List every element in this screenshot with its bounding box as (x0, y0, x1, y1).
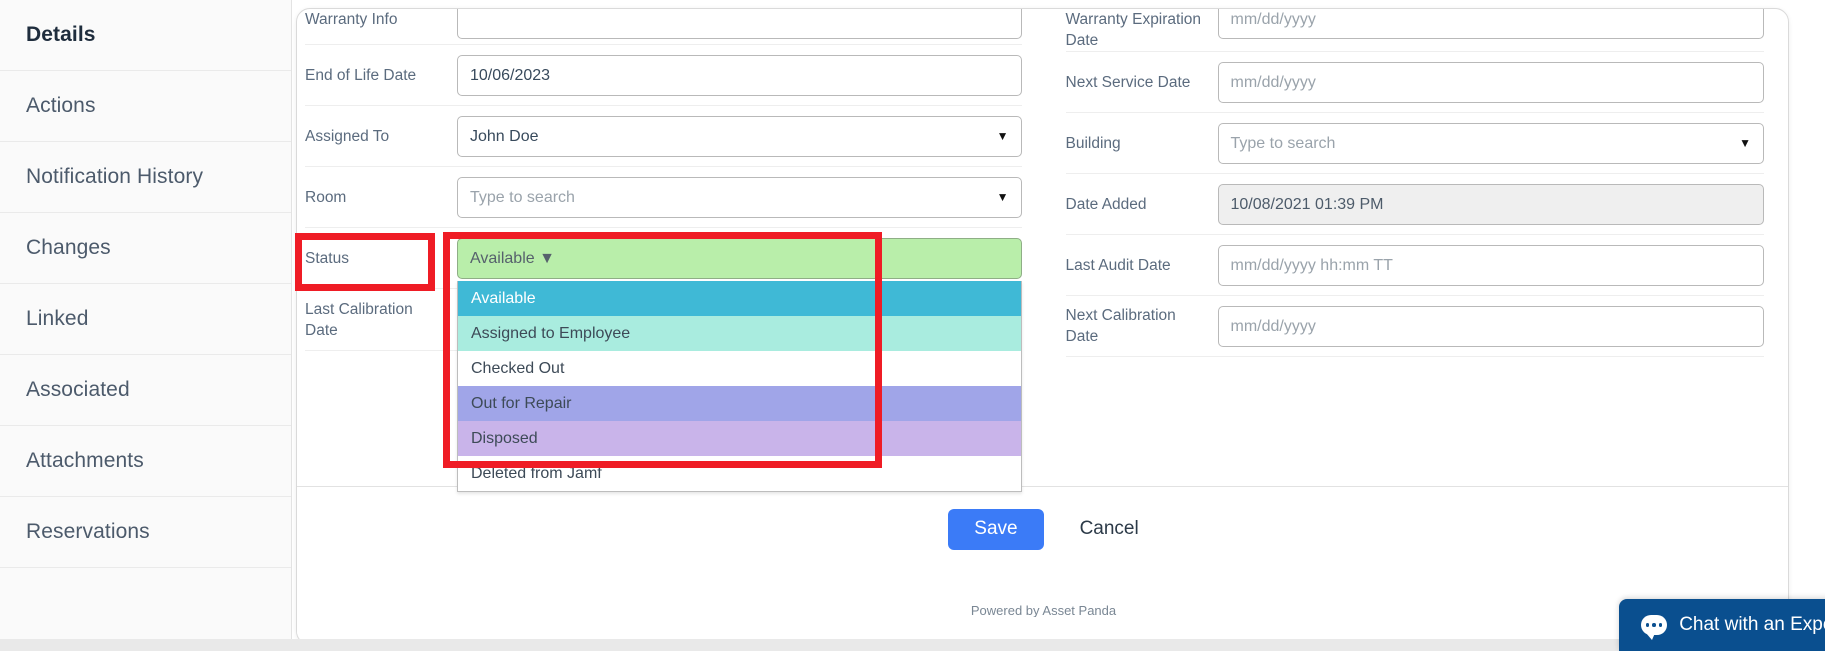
field-label-next-calibration-date: Next Calibration Date (1065, 307, 1176, 345)
status-option[interactable]: Assigned to Employee (458, 315, 1021, 351)
field-control-next-calibration-date: mm/dd/yyyy (1217, 305, 1764, 347)
room-select[interactable]: Type to search (457, 176, 1022, 218)
field-row-assigned-to: Assigned To John Doe ▼ (305, 106, 1022, 167)
chat-with-expert-button[interactable]: Chat with an Expert (1619, 599, 1825, 651)
field-row-status: Status Available ▼ Available Assigned to … (305, 228, 1022, 492)
status-select-value: Available (470, 249, 535, 267)
status-option[interactable]: Checked Out (458, 350, 1021, 386)
sidebar-item-changes[interactable]: Changes (0, 213, 291, 284)
status-dropdown-listbox[interactable]: Available Assigned to Employee Checked Out… (457, 280, 1022, 492)
sidebar-item-label: Attachments (26, 449, 144, 472)
sidebar-item-label: Notification History (26, 165, 204, 188)
field-control-building: Type to search ▼ (1217, 122, 1764, 164)
field-row-next-calibration-date: Next Calibration Date mm/dd/yyyy (1065, 296, 1764, 357)
sidebar-item-associated[interactable]: Associated (0, 355, 291, 426)
cancel-button[interactable]: Cancel (1080, 518, 1139, 540)
sidebar-item-label: Reservations (26, 520, 150, 543)
status-select[interactable]: Available ▼ (457, 237, 1022, 279)
field-control-room: Type to search ▼ (457, 176, 1022, 218)
field-row-last-audit-date: Last Audit Date mm/dd/yyyy hh:mm TT (1065, 235, 1764, 296)
field-label-date-added: Date Added (1065, 195, 1147, 213)
date-added-value: 10/08/2021 01:39 PM (1217, 183, 1764, 225)
status-option[interactable]: Available (458, 280, 1021, 316)
field-row-warranty-info: Warranty Info (305, 9, 1022, 45)
field-label-status: Status (305, 249, 349, 267)
sidebar-item-label: Actions (26, 94, 96, 117)
sidebar-item-linked[interactable]: Linked (0, 284, 291, 355)
field-row-next-service-date: Next Service Date mm/dd/yyyy (1065, 52, 1764, 113)
warranty-info-input[interactable] (457, 9, 1022, 39)
field-control-assigned-to: John Doe ▼ (457, 115, 1022, 157)
field-label-warranty-expiration-date: Warranty Expiration Date (1065, 11, 1202, 49)
field-row-building: Building Type to search ▼ (1065, 113, 1764, 174)
form-column-right: Warranty Expiration Date mm/dd/yyyy Next… (1044, 9, 1789, 479)
sidebar-item-label: Details (26, 23, 96, 46)
field-label-last-audit-date: Last Audit Date (1065, 256, 1171, 274)
field-control-warranty-info (457, 9, 1022, 39)
powered-by-label: Powered by Asset Panda (970, 603, 1117, 617)
save-button[interactable]: Save (948, 509, 1044, 550)
sidebar-item-reservations[interactable]: Reservations (0, 497, 291, 568)
field-label-room: Room (305, 188, 347, 206)
field-row-date-added: Date Added 10/08/2021 01:39 PM (1065, 174, 1764, 235)
field-row-end-of-life-date: End of Life Date 10/06/2023 (305, 45, 1022, 106)
field-label-assigned-to: Assigned To (305, 127, 390, 145)
field-control-date-added: 10/08/2021 01:39 PM (1217, 183, 1764, 225)
building-select[interactable]: Type to search (1217, 122, 1764, 164)
chat-widget-label: Chat with an Expert (1679, 614, 1825, 635)
status-option[interactable]: Disposed (458, 420, 1021, 456)
field-row-warranty-expiration-date: Warranty Expiration Date mm/dd/yyyy (1065, 9, 1764, 52)
form-column-left: Warranty Info End of Life Date 10/06/202… (297, 9, 1044, 492)
footer-actions: Save Cancel (297, 509, 1788, 550)
field-label-last-calibration-date: Last Calibration Date (305, 300, 413, 339)
next-calibration-date-input[interactable]: mm/dd/yyyy (1217, 305, 1764, 347)
sidebar-item-label: Linked (26, 307, 89, 330)
sidebar-item-label: Associated (26, 378, 130, 401)
sidebar-empty-row (0, 568, 291, 650)
field-control-end-of-life-date: 10/06/2023 (457, 54, 1022, 96)
status-option[interactable]: Out for Repair (458, 385, 1021, 421)
last-audit-date-input[interactable]: mm/dd/yyyy hh:mm TT (1217, 244, 1764, 286)
field-control-status: Available ▼ Available Assigned to Employe… (457, 237, 1022, 492)
warranty-expiration-date-input[interactable]: mm/dd/yyyy (1217, 9, 1764, 39)
field-control-last-audit-date: mm/dd/yyyy hh:mm TT (1217, 244, 1764, 286)
field-label-end-of-life-date: End of Life Date (305, 66, 417, 84)
chat-bubble-icon (1641, 615, 1668, 640)
status-option[interactable]: Deleted from Jamf (458, 455, 1021, 491)
next-service-date-input[interactable]: mm/dd/yyyy (1217, 61, 1764, 103)
field-label-warranty-info: Warranty Info (305, 11, 398, 28)
field-control-next-service-date: mm/dd/yyyy (1217, 61, 1764, 103)
modal-form-body: Warranty Info End of Life Date 10/06/202… (297, 9, 1789, 492)
end-of-life-date-input[interactable]: 10/06/2023 (457, 54, 1022, 96)
field-control-warranty-expiration-date: mm/dd/yyyy (1217, 9, 1764, 39)
sidebar-item-actions[interactable]: Actions (0, 71, 291, 142)
sidebar-item-details[interactable]: Details (0, 0, 291, 71)
app-page: Details Actions Notification History Cha… (0, 0, 1825, 651)
field-label-building: Building (1065, 134, 1121, 152)
sidebar-item-label: Changes (26, 236, 111, 259)
left-nav-sidebar: Details Actions Notification History Cha… (0, 0, 292, 651)
assigned-to-select[interactable]: John Doe (457, 115, 1022, 157)
sidebar-item-notification-history[interactable]: Notification History (0, 142, 291, 213)
field-label-next-service-date: Next Service Date (1065, 73, 1191, 91)
modal-footer: Save Cancel Powered by Asset Panda (297, 486, 1788, 644)
page-bottom-strip (0, 639, 1825, 651)
sidebar-item-attachments[interactable]: Attachments (0, 426, 291, 497)
field-row-room: Room Type to search ▼ (305, 167, 1022, 228)
chevron-down-icon: ▼ (539, 249, 555, 267)
edit-asset-modal: Warranty Info End of Life Date 10/06/202… (296, 8, 1789, 645)
